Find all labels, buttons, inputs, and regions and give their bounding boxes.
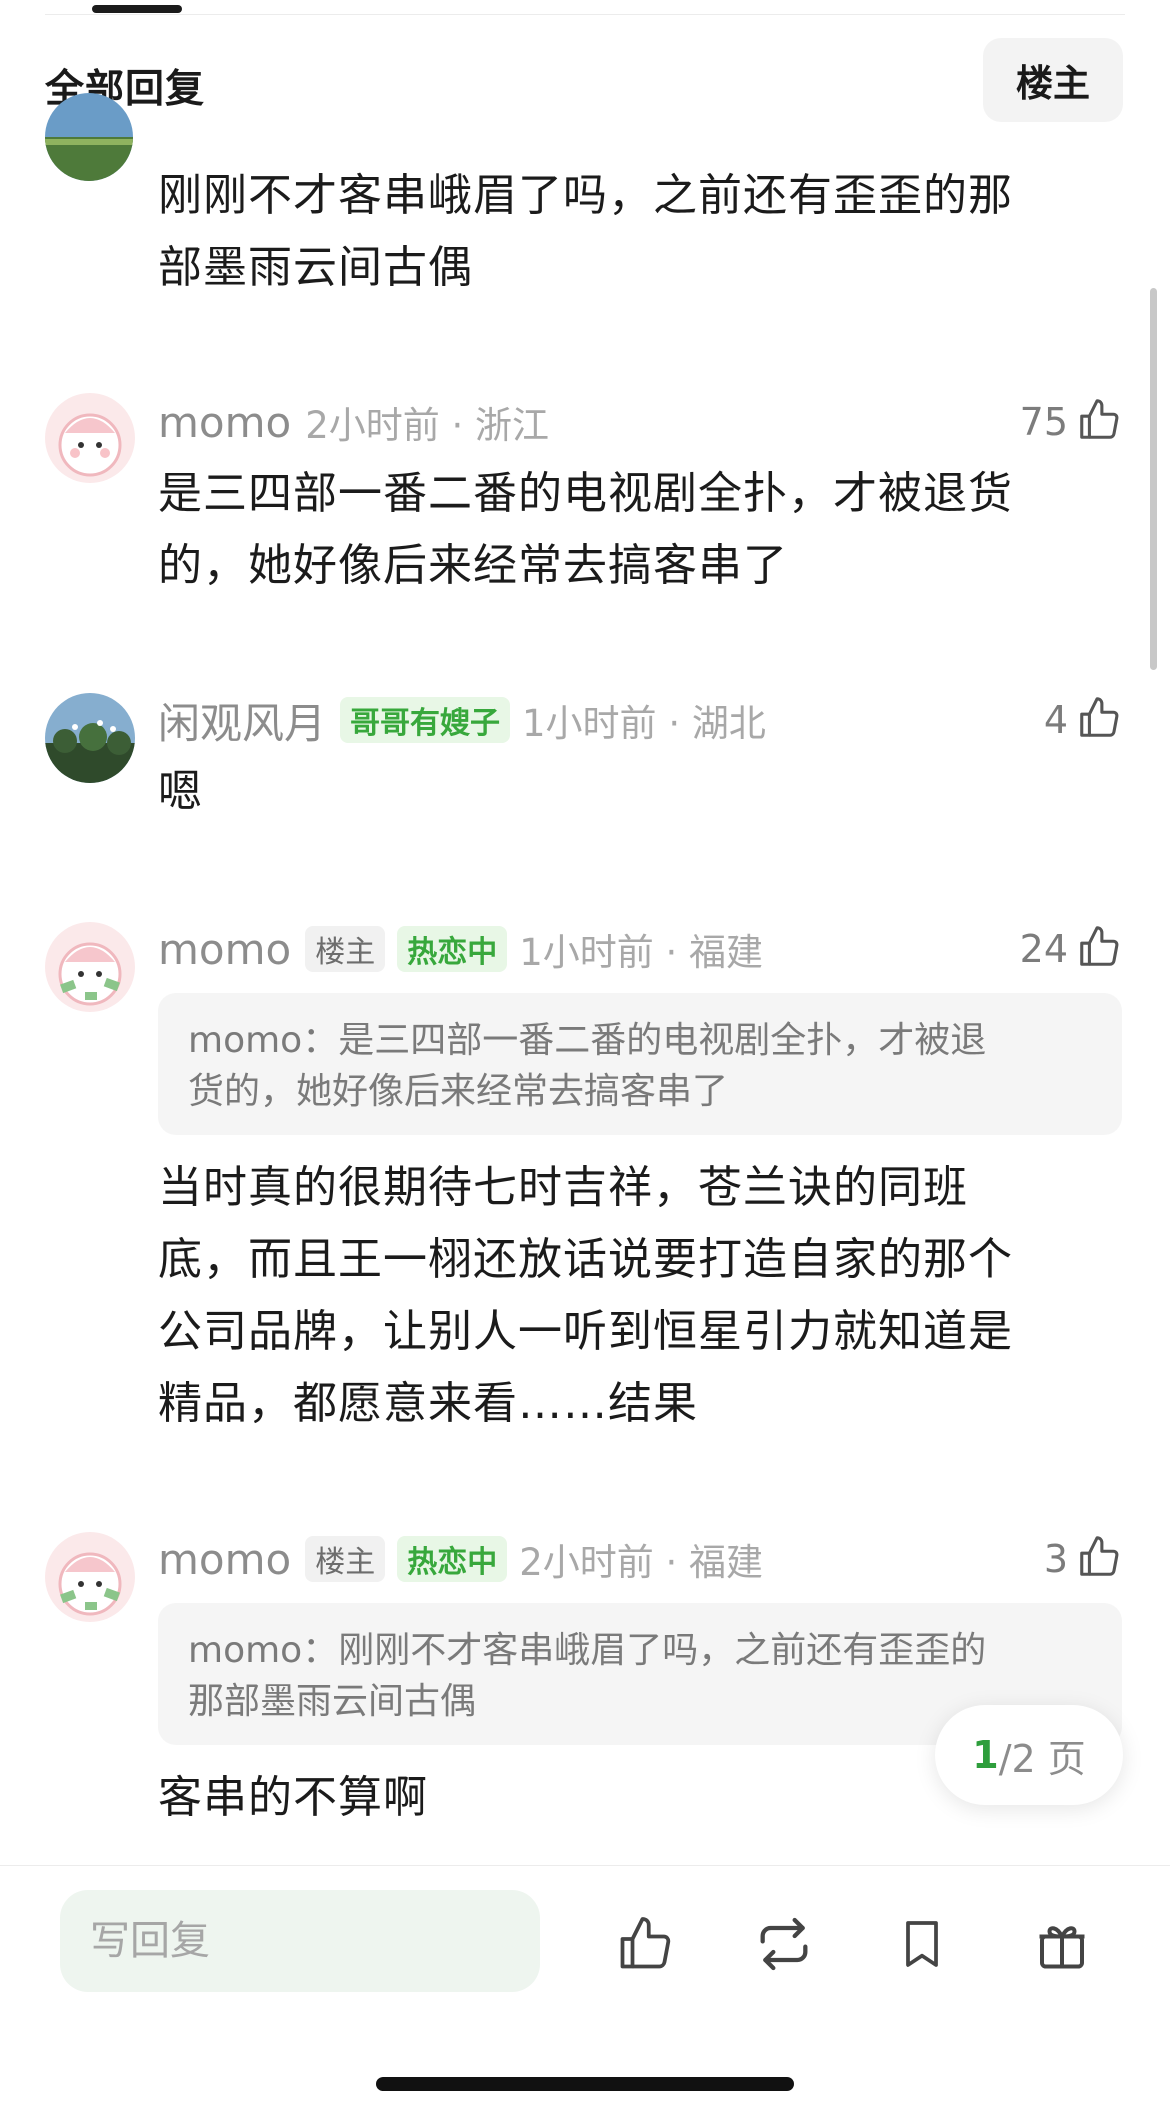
like-count: 4 [1043, 698, 1068, 742]
like-button[interactable]: 4 [1044, 692, 1122, 748]
top-drag-handle[interactable] [92, 5, 182, 13]
scrollbar[interactable] [1150, 288, 1157, 670]
thumb-up-icon[interactable] [613, 1912, 677, 1976]
home-indicator[interactable] [376, 2077, 794, 2091]
fan-badge[interactable]: 哥哥有嫂子 [340, 697, 511, 743]
quote-line: 货的，她好像后来经常去搞客串了 [188, 1071, 729, 1112]
comment-meta: momo 2小时前 · 浙江 [158, 394, 549, 450]
comment-line: 刚刚不才客串峨眉了吗，之前还有歪歪的那 [158, 170, 1013, 221]
comment-text: 刚刚不才客串峨眉了吗，之前还有歪歪的那 部墨雨云间古偶 [158, 160, 1108, 304]
thumb-up-icon [1076, 1534, 1122, 1584]
status-badge[interactable]: 热恋中 [397, 1536, 508, 1582]
thumb-up-icon [1076, 397, 1122, 447]
comment-text: 是三四部一番二番的电视剧全扑，才被退货 的，她好像后来经常去搞客串了 [158, 458, 1108, 602]
comment-meta: momo 楼主 热恋中 1小时前 · 福建 [158, 921, 763, 977]
avatar[interactable] [45, 693, 135, 783]
username[interactable]: momo [158, 398, 291, 447]
comment-line: 当时真的很期待七时吉祥，苍兰诀的同班 [158, 1162, 968, 1213]
comment-text: 嗯 [158, 756, 1108, 828]
op-only-filter-button[interactable]: 楼主 [983, 38, 1123, 122]
time-location: 1小时前 · 福建 [519, 931, 764, 974]
op-badge: 楼主 [305, 1536, 386, 1582]
like-button[interactable]: 24 [1020, 921, 1122, 977]
quote-line: momo：刚刚不才客串峨眉了吗，之前还有歪歪的 [188, 1630, 987, 1671]
quote-line: momo：是三四部一番二番的电视剧全扑，才被退 [188, 1020, 987, 1061]
thumb-up-icon [1076, 695, 1122, 745]
status-badge[interactable]: 热恋中 [397, 926, 508, 972]
comment-line: 嗯 [158, 766, 203, 817]
time-location: 2小时前 · 福建 [519, 1541, 764, 1584]
like-count: 3 [1043, 1537, 1068, 1581]
repost-icon[interactable] [752, 1912, 816, 1976]
bottom-bar-divider [0, 1865, 1170, 1866]
op-badge: 楼主 [305, 926, 386, 972]
username[interactable]: 闲观风月 [158, 690, 326, 751]
username[interactable]: momo [158, 925, 291, 974]
reply-input[interactable] [60, 1890, 540, 1992]
comment-line: 的，她好像后来经常去搞客串了 [158, 540, 788, 591]
avatar[interactable] [45, 922, 135, 1012]
total-pages: /2 页 [998, 1736, 1086, 1781]
comment-line: 公司品牌，让别人一听到恒星引力就知道是 [158, 1306, 1013, 1357]
top-divider [45, 14, 1125, 15]
comment-line: 精品，都愿意来看……结果 [158, 1378, 698, 1429]
avatar[interactable] [45, 93, 133, 181]
bookmark-icon[interactable] [890, 1912, 954, 1976]
username[interactable]: momo [158, 1535, 291, 1584]
like-button[interactable]: 75 [1020, 394, 1122, 450]
comment-text: 当时真的很期待七时吉祥，苍兰诀的同班 底，而且王一栩还放话说要打造自家的那个 公… [158, 1152, 1108, 1440]
time-location: 2小时前 · 浙江 [305, 404, 550, 447]
comment-line: 部墨雨云间古偶 [158, 242, 473, 293]
page-indicator[interactable]: 1 /2 页 [935, 1705, 1123, 1805]
avatar[interactable] [45, 1532, 135, 1622]
comment-line: 是三四部一番二番的电视剧全扑，才被退货 [158, 468, 1013, 519]
like-count: 75 [1019, 400, 1068, 444]
comment-line: 底，而且王一栩还放话说要打造自家的那个 [158, 1234, 1013, 1285]
avatar[interactable] [45, 393, 135, 483]
comment-meta: 闲观风月 哥哥有嫂子 1小时前 · 湖北 [158, 692, 766, 748]
thumb-up-icon [1076, 924, 1122, 974]
quoted-reply[interactable]: momo：是三四部一番二番的电视剧全扑，才被退 货的，她好像后来经常去搞客串了 [158, 993, 1122, 1135]
comment-meta: momo 楼主 热恋中 2小时前 · 福建 [158, 1531, 763, 1587]
like-button[interactable]: 3 [1044, 1531, 1122, 1587]
like-count: 24 [1019, 927, 1068, 971]
gift-icon[interactable] [1030, 1912, 1094, 1976]
current-page: 1 [972, 1733, 999, 1777]
time-location: 1小时前 · 湖北 [522, 702, 766, 745]
